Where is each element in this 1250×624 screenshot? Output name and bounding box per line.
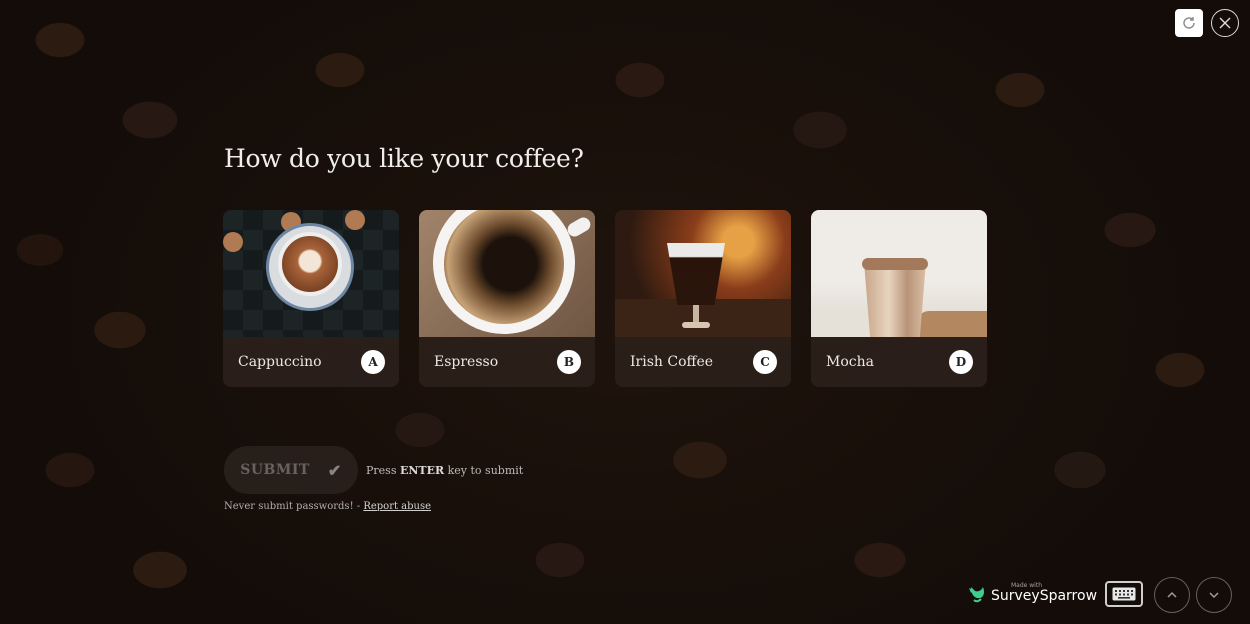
- question-title: How do you like your coffee?: [224, 144, 584, 173]
- surveysparrow-logo-icon: [969, 587, 984, 603]
- surveysparrow-branding[interactable]: Made with SurveySparrow: [968, 583, 1097, 603]
- option-caption: Irish Coffee C: [615, 337, 791, 387]
- option-label: Mocha: [826, 354, 874, 370]
- option-card-irish-coffee[interactable]: Irish Coffee C: [615, 210, 791, 387]
- option-caption: Espresso B: [419, 337, 595, 387]
- check-icon: ✔: [327, 460, 342, 480]
- enter-hint-prefix: Press: [366, 463, 400, 477]
- keyboard-icon: [1112, 587, 1136, 601]
- close-icon: [1219, 17, 1231, 29]
- enter-hint-suffix: key to submit: [444, 463, 524, 477]
- chevron-up-icon: [1167, 591, 1177, 598]
- submit-button[interactable]: SUBMIT ✔: [224, 446, 358, 494]
- password-warning: Never submit passwords! -: [224, 501, 364, 512]
- enter-hint: Press ENTER key to submit: [366, 464, 523, 477]
- chevron-down-icon: [1209, 592, 1219, 599]
- mocha-image: [811, 210, 987, 337]
- refresh-icon: [1183, 17, 1195, 29]
- option-key-badge: D: [949, 350, 973, 374]
- options-grid: Cappuccino A Espresso B Irish Coffee C M…: [223, 210, 987, 387]
- irish-coffee-image: [615, 210, 791, 337]
- option-key-badge: A: [361, 350, 385, 374]
- option-caption: Mocha D: [811, 337, 987, 387]
- option-card-cappuccino[interactable]: Cappuccino A: [223, 210, 399, 387]
- enter-key-label: ENTER: [399, 463, 445, 477]
- refresh-button[interactable]: [1175, 9, 1203, 37]
- submit-label: SUBMIT: [240, 462, 310, 478]
- option-card-espresso[interactable]: Espresso B: [419, 210, 595, 387]
- next-question-button[interactable]: [1196, 577, 1232, 613]
- option-label: Irish Coffee: [630, 354, 714, 370]
- previous-question-button[interactable]: [1154, 577, 1190, 613]
- brand-name: SurveySparrow: [991, 588, 1098, 604]
- option-key-badge: B: [557, 350, 581, 374]
- option-label: Espresso: [434, 354, 499, 370]
- footer-note: Never submit passwords! - Report abuse: [224, 501, 431, 512]
- report-abuse-link[interactable]: Report abuse: [363, 501, 431, 512]
- keyboard-shortcuts-button[interactable]: [1105, 581, 1143, 607]
- submit-row: SUBMIT ✔ Press ENTER key to submit: [224, 446, 523, 494]
- cappuccino-image: [223, 210, 399, 337]
- option-label: Cappuccino: [238, 354, 322, 370]
- option-caption: Cappuccino A: [223, 337, 399, 387]
- option-card-mocha[interactable]: Mocha D: [811, 210, 987, 387]
- close-button[interactable]: [1211, 9, 1239, 37]
- top-actions: [1175, 9, 1239, 37]
- option-key-badge: C: [753, 350, 777, 374]
- espresso-image: [419, 210, 595, 337]
